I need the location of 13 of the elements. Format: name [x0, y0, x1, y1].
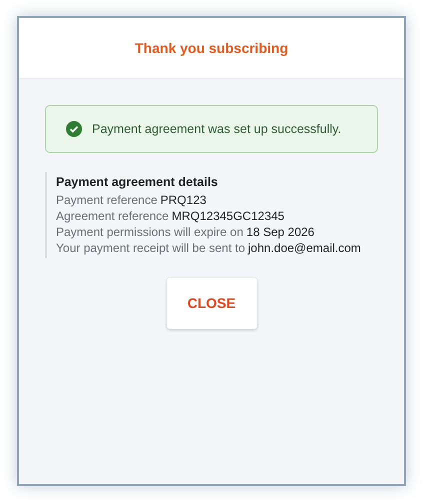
dialog-title: Thank you subscribing [134, 38, 288, 58]
detail-value: PRQ123 [160, 192, 206, 208]
check-circle-icon [66, 121, 82, 137]
details-heading: Payment agreement details [56, 174, 219, 191]
detail-value: john.doe@email.com [248, 240, 361, 256]
detail-label: Payment permissions will expire on [56, 224, 244, 240]
detail-label: Your payment receipt will be sent to [56, 240, 245, 256]
detail-value: MRQ12345GC12345 [172, 208, 284, 224]
close-button[interactable]: CLOSE [166, 278, 256, 329]
detail-label: Payment reference [56, 192, 158, 208]
detail-label: Agreement reference [56, 208, 169, 224]
alert-message: Payment agreement was set up successfully. [92, 120, 342, 138]
detail-value: 18 Sep 2026 [246, 224, 314, 240]
